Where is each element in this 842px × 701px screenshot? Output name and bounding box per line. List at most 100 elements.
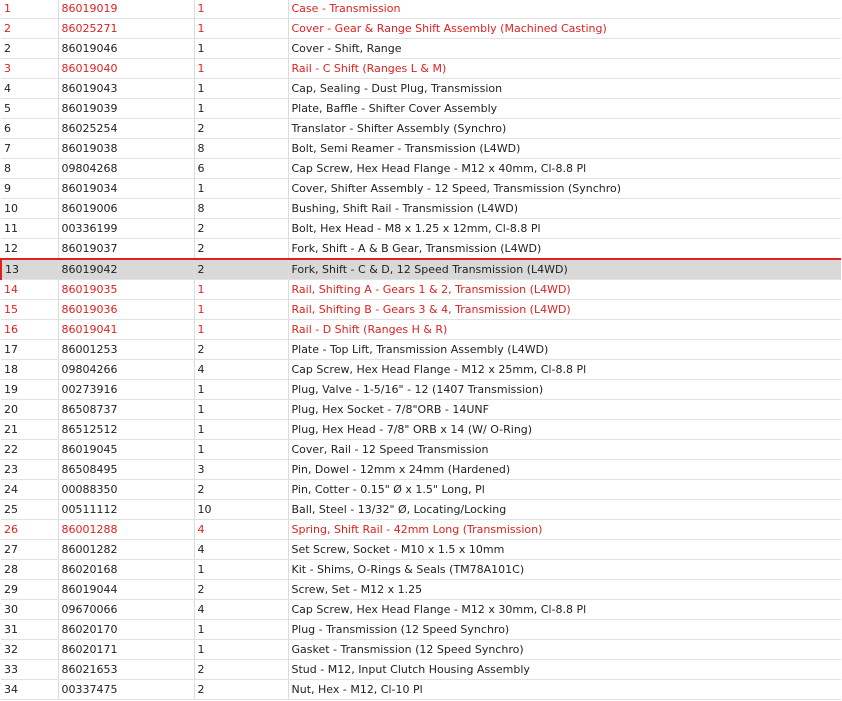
ref-cell: 16 — [1, 319, 59, 340]
quantity-cell: 2 — [194, 479, 289, 500]
ref-cell: 3 — [1, 58, 59, 79]
table-row[interactable]: 27 86001282 4 Set Screw, Socket - M10 x 1.5… — [1, 539, 841, 560]
quantity-cell: 1 — [194, 319, 289, 340]
quantity-cell: 4 — [194, 519, 289, 540]
part-number-cell: 00273916 — [58, 379, 195, 400]
table-row[interactable]: 5 86019039 1 Plate, Baffle - Shifter Cover … — [1, 98, 841, 119]
part-number-cell: 86019041 — [58, 319, 195, 340]
part-number-cell: 86019035 — [58, 279, 195, 300]
ref-cell: 4 — [1, 78, 59, 99]
part-number-cell: 86019037 — [58, 238, 195, 260]
part-number-cell: 09804266 — [58, 359, 195, 380]
quantity-cell: 1 — [194, 38, 289, 59]
table-row[interactable]: 31 86020170 1 Plug - Transmission (12 Speed… — [1, 619, 841, 640]
part-number-cell: 86020171 — [58, 639, 195, 660]
table-row[interactable]: 6 86025254 2 Translator - Shifter Assembly … — [1, 118, 841, 139]
quantity-cell: 10 — [194, 499, 289, 520]
quantity-cell: 1 — [194, 559, 289, 580]
table-row[interactable]: 20 86508737 1 Plug, Hex Socket - 7/8"ORB - … — [1, 399, 841, 420]
quantity-cell: 2 — [194, 118, 289, 139]
table-row[interactable]: 29 86019044 2 Screw, Set - M12 x 1.25 — [1, 579, 841, 600]
table-row-selected[interactable]: 13 86019042 2 Fork, Shift - C & D, 12 Speed… — [0, 258, 841, 280]
description-cell: Cover, Rail - 12 Speed Transmission — [288, 439, 841, 460]
ref-cell: 13 — [0, 258, 59, 280]
ref-cell: 17 — [1, 339, 59, 360]
part-number-cell: 86019039 — [58, 98, 195, 119]
description-cell: Plug, Hex Socket - 7/8"ORB - 14UNF — [288, 399, 841, 420]
table-row[interactable]: 14 86019035 1 Rail, Shifting A - Gears 1 & … — [1, 279, 841, 300]
table-row[interactable]: 2 86019046 1 Cover - Shift, Range — [1, 38, 841, 59]
ref-cell: 24 — [1, 479, 59, 500]
quantity-cell: 2 — [194, 218, 289, 239]
part-number-cell: 86019006 — [58, 198, 195, 219]
table-row[interactable]: 24 00088350 2 Pin, Cotter - 0.15" Ø x 1.5" … — [1, 479, 841, 500]
part-number-cell: 86019042 — [58, 258, 195, 280]
description-cell: Rail, Shifting A - Gears 1 & 2, Transmis… — [288, 279, 841, 300]
quantity-cell: 1 — [194, 619, 289, 640]
description-cell: Cover, Shifter Assembly - 12 Speed, Tran… — [288, 178, 841, 199]
description-cell: Cap Screw, Hex Head Flange - M12 x 40mm,… — [288, 158, 841, 179]
table-row[interactable]: 21 86512512 1 Plug, Hex Head - 7/8" ORB x 1… — [1, 419, 841, 440]
table-row[interactable]: 8 09804268 6 Cap Screw, Hex Head Flange - M… — [1, 158, 841, 179]
part-number-cell: 86001282 — [58, 539, 195, 560]
table-row[interactable]: 32 86020171 1 Gasket - Transmission (12 Spe… — [1, 639, 841, 660]
quantity-cell: 3 — [194, 459, 289, 480]
table-row[interactable]: 28 86020168 1 Kit - Shims, O-Rings & Seals … — [1, 559, 841, 580]
table-row[interactable]: 22 86019045 1 Cover, Rail - 12 Speed Transm… — [1, 439, 841, 460]
description-cell: Nut, Hex - M12, Cl-10 Pl — [288, 679, 841, 700]
ref-cell: 33 — [1, 659, 59, 680]
description-cell: Rail - D Shift (Ranges H & R) — [288, 319, 841, 340]
quantity-cell: 4 — [194, 359, 289, 380]
part-number-cell: 86019034 — [58, 178, 195, 199]
table-row[interactable]: 33 86021653 2 Stud - M12, Input Clutch Hous… — [1, 659, 841, 680]
part-number-cell: 86025271 — [58, 18, 195, 39]
quantity-cell: 2 — [194, 238, 289, 260]
table-row[interactable]: 4 86019043 1 Cap, Sealing - Dust Plug, Tran… — [1, 78, 841, 99]
table-row[interactable]: 10 86019006 8 Bushing, Shift Rail - Transmi… — [1, 198, 841, 219]
part-number-cell: 86001288 — [58, 519, 195, 540]
table-row[interactable]: 26 86001288 4 Spring, Shift Rail - 42mm Lon… — [1, 519, 841, 540]
part-number-cell: 86019040 — [58, 58, 195, 79]
description-cell: Plug, Valve - 1-5/16" - 12 (1407 Transmi… — [288, 379, 841, 400]
quantity-cell: 1 — [194, 178, 289, 199]
part-number-cell: 86020168 — [58, 559, 195, 580]
description-cell: Fork, Shift - C & D, 12 Speed Transmissi… — [288, 258, 841, 280]
quantity-cell: 1 — [194, 78, 289, 99]
part-number-cell: 00336199 — [58, 218, 195, 239]
description-cell: Spring, Shift Rail - 42mm Long (Transmis… — [288, 519, 841, 540]
quantity-cell: 1 — [194, 439, 289, 460]
table-row[interactable]: 19 00273916 1 Plug, Valve - 1-5/16" - 12 (1… — [1, 379, 841, 400]
description-cell: Fork, Shift - A & B Gear, Transmission (… — [288, 238, 841, 260]
table-row[interactable]: 1 86019019 1 Case - Transmission — [1, 0, 841, 19]
table-row[interactable]: 16 86019041 1 Rail - D Shift (Ranges H & R) — [1, 319, 841, 340]
table-row[interactable]: 25 00511112 10 Ball, Steel - 13/32" Ø, Loca… — [1, 499, 841, 520]
description-cell: Ball, Steel - 13/32" Ø, Locating/Locking — [288, 499, 841, 520]
table-row[interactable]: 34 00337475 2 Nut, Hex - M12, Cl-10 Pl — [1, 679, 841, 700]
table-row[interactable]: 23 86508495 3 Pin, Dowel - 12mm x 24mm (Har… — [1, 459, 841, 480]
ref-cell: 7 — [1, 138, 59, 159]
table-row[interactable]: 30 09670066 4 Cap Screw, Hex Head Flange - … — [1, 599, 841, 620]
quantity-cell: 1 — [194, 379, 289, 400]
ref-cell: 5 — [1, 98, 59, 119]
table-row[interactable]: 3 86019040 1 Rail - C Shift (Ranges L & M) — [1, 58, 841, 79]
table-row[interactable]: 18 09804266 4 Cap Screw, Hex Head Flange - … — [1, 359, 841, 380]
ref-cell: 23 — [1, 459, 59, 480]
table-row[interactable]: 2 86025271 1 Cover - Gear & Range Shift Ass… — [1, 18, 841, 39]
part-number-cell: 86019043 — [58, 78, 195, 99]
description-cell: Gasket - Transmission (12 Speed Synchro) — [288, 639, 841, 660]
table-row[interactable]: 11 00336199 2 Bolt, Hex Head - M8 x 1.25 x … — [1, 218, 841, 239]
description-cell: Kit - Shims, O-Rings & Seals (TM78A101C) — [288, 559, 841, 580]
ref-cell: 21 — [1, 419, 59, 440]
table-row[interactable]: 17 86001253 2 Plate - Top Lift, Transmissio… — [1, 339, 841, 360]
table-row[interactable]: 15 86019036 1 Rail, Shifting B - Gears 3 & … — [1, 299, 841, 320]
ref-cell: 29 — [1, 579, 59, 600]
description-cell: Rail, Shifting B - Gears 3 & 4, Transmis… — [288, 299, 841, 320]
quantity-cell: 1 — [194, 299, 289, 320]
ref-cell: 19 — [1, 379, 59, 400]
ref-cell: 1 — [1, 0, 59, 19]
part-number-cell: 86025254 — [58, 118, 195, 139]
quantity-cell: 1 — [194, 639, 289, 660]
table-row[interactable]: 9 86019034 1 Cover, Shifter Assembly - 12 S… — [1, 178, 841, 199]
table-row[interactable]: 7 86019038 8 Bolt, Semi Reamer - Transmissi… — [1, 138, 841, 159]
table-row[interactable]: 12 86019037 2 Fork, Shift - A & B Gear, Tra… — [1, 238, 841, 260]
